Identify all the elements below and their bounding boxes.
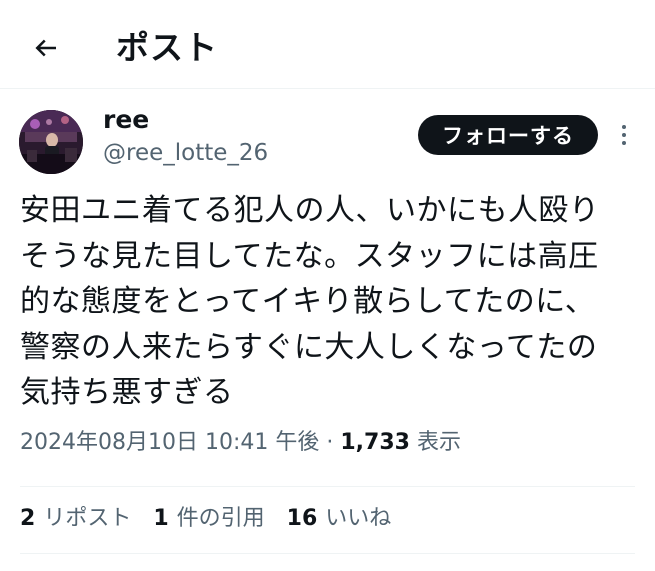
likes-label: いいね [325, 506, 392, 531]
reposts-count: 2 [20, 506, 36, 531]
meta-separator: · [326, 430, 334, 455]
vertical-ellipsis-icon-dot [622, 141, 626, 145]
post-meta: 2024年08月10日 10:41 午後 · 1,733 表示 [20, 427, 461, 459]
engagement-stats: 2 リポスト 1 件の引用 16 いいね [20, 503, 391, 535]
views-label: 表示 [416, 430, 461, 455]
divider [20, 553, 635, 554]
author-display-name[interactable]: ree [103, 104, 149, 136]
post-text: 安田ユニ着てる犯人の人、いかにも人殴り そうな見た目してたな。スタッフには高圧 … [20, 193, 600, 410]
vertical-ellipsis-icon-dot [622, 133, 626, 137]
quotes-label: 件の引用 [176, 506, 265, 531]
arrow-left-icon [35, 39, 56, 57]
likes-stat[interactable]: 16 いいね [287, 503, 392, 535]
reposts-label: リポスト [43, 506, 132, 531]
likes-count: 16 [286, 506, 318, 531]
back-button[interactable] [26, 28, 66, 68]
user-avatar-image [19, 110, 83, 174]
views-count: 1,733 [340, 430, 410, 455]
post-timestamp[interactable]: 2024年08月10日 10:41 午後 [20, 430, 319, 455]
author-handle[interactable]: @ree_lotte_26 [103, 138, 268, 168]
divider [20, 486, 635, 487]
quotes-count: 1 [153, 506, 169, 531]
avatar[interactable] [19, 110, 83, 174]
reposts-stat[interactable]: 2 リポスト [20, 503, 131, 535]
more-options-button[interactable] [612, 118, 636, 152]
quotes-stat[interactable]: 1 件の引用 [153, 503, 264, 535]
vertical-ellipsis-icon [622, 125, 626, 129]
page-title: ポスト [116, 28, 218, 67]
top-bar: ポスト [0, 0, 655, 89]
follow-button[interactable]: フォローする [418, 115, 598, 155]
